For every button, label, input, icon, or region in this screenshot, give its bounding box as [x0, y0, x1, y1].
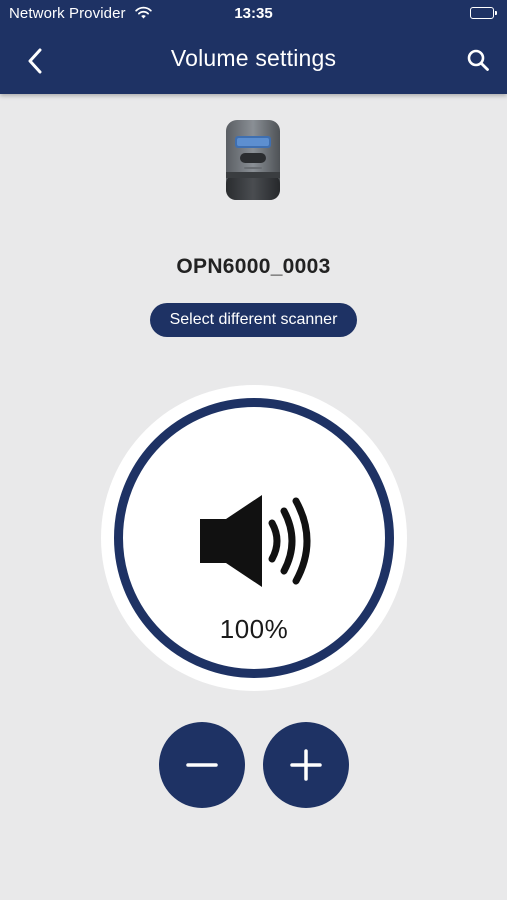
- select-different-scanner-button[interactable]: Select different scanner: [150, 303, 357, 337]
- app-header: Network Provider 13:35 Volume settings: [0, 0, 507, 94]
- volume-dial: 100%: [101, 385, 407, 691]
- volume-decrease-button[interactable]: [159, 722, 245, 808]
- battery-icon: [470, 7, 497, 19]
- navigation-bar: Volume settings: [0, 28, 507, 94]
- speaker-icon: [200, 495, 311, 587]
- scanner-name: OPN6000_0003: [176, 255, 331, 278]
- minus-icon: [186, 763, 218, 767]
- volume-level-text: 100%: [219, 614, 289, 644]
- page-title: Volume settings: [170, 45, 337, 71]
- plus-icon: [290, 749, 322, 781]
- search-icon: [467, 49, 489, 71]
- status-time: 13:35: [234, 5, 273, 22]
- volume-increase-button[interactable]: [263, 722, 349, 808]
- search-button[interactable]: [462, 44, 494, 76]
- scanner-device-image: [226, 120, 280, 200]
- status-bar: Network Provider 13:35: [0, 0, 507, 28]
